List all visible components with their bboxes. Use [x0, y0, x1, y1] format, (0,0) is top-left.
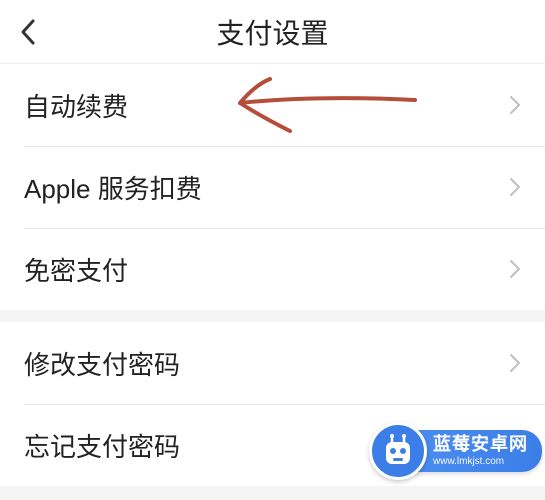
list-item-change-password[interactable]: 修改支付密码 — [0, 322, 545, 404]
chevron-right-icon — [509, 353, 521, 373]
watermark-name: 蓝莓安卓网 — [433, 434, 528, 456]
list-item-label: 免密支付 — [24, 251, 128, 288]
watermark-robot-icon — [369, 422, 427, 480]
list-item-label: 自动续费 — [24, 87, 128, 124]
list-item-label: Apple 服务扣费 — [24, 169, 202, 206]
back-button[interactable] — [16, 20, 40, 44]
chevron-left-icon — [19, 18, 37, 46]
list-item-label: 修改支付密码 — [24, 345, 180, 382]
list-item-label: 忘记支付密码 — [24, 427, 180, 464]
watermark-url: www.lmkjst.com — [433, 456, 528, 468]
chevron-right-icon — [509, 95, 521, 115]
list-item-auto-renew[interactable]: 自动续费 — [0, 64, 545, 146]
chevron-right-icon — [509, 177, 521, 197]
watermark: 蓝莓安卓网 www.lmkjst.com — [369, 422, 542, 480]
chevron-right-icon — [509, 259, 521, 279]
list-item-apple-service[interactable]: Apple 服务扣费 — [0, 146, 545, 228]
list-item-passwordless-pay[interactable]: 免密支付 — [0, 228, 545, 310]
header: 支付设置 — [0, 0, 545, 64]
page-title: 支付设置 — [0, 12, 545, 52]
watermark-text: 蓝莓安卓网 www.lmkjst.com — [413, 430, 542, 472]
section-1: 自动续费 Apple 服务扣费 免密支付 — [0, 64, 545, 310]
